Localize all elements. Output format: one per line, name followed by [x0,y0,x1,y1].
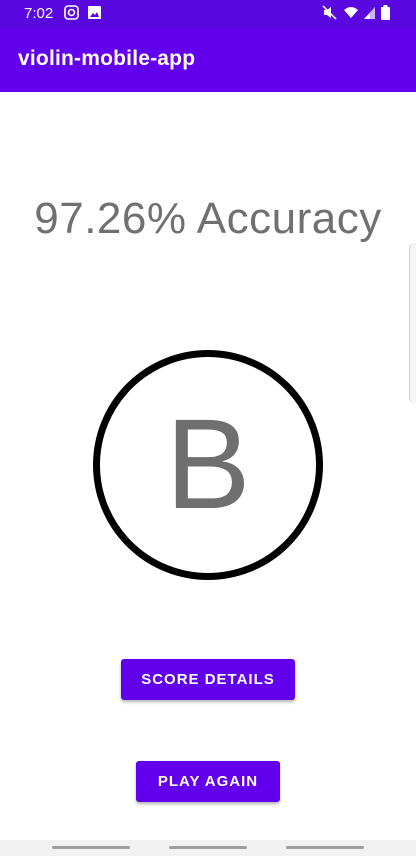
app-title: violin-mobile-app [18,47,196,70]
nav-back-button[interactable] [286,846,364,849]
mute-icon [322,5,337,23]
status-time: 7:02 [24,5,54,22]
navigation-bar [0,840,416,856]
status-bar: 7:02 [0,0,416,28]
image-icon [87,5,102,23]
grade-letter: B [165,393,251,536]
score-details-button[interactable]: SCORE DETAILS [121,659,295,700]
grade-circle: B [93,350,323,580]
play-again-button[interactable]: PLAY AGAIN [136,761,280,802]
edge-panel-handle[interactable] [409,243,416,403]
instagram-icon [64,5,79,23]
nav-recents-button[interactable] [52,846,130,849]
wifi-icon [343,5,359,23]
nav-home-button[interactable] [169,846,247,849]
accuracy-text: 97.26% Accuracy [34,194,382,243]
signal-icon [363,5,376,23]
battery-icon [381,5,390,23]
app-bar: violin-mobile-app [0,28,416,92]
